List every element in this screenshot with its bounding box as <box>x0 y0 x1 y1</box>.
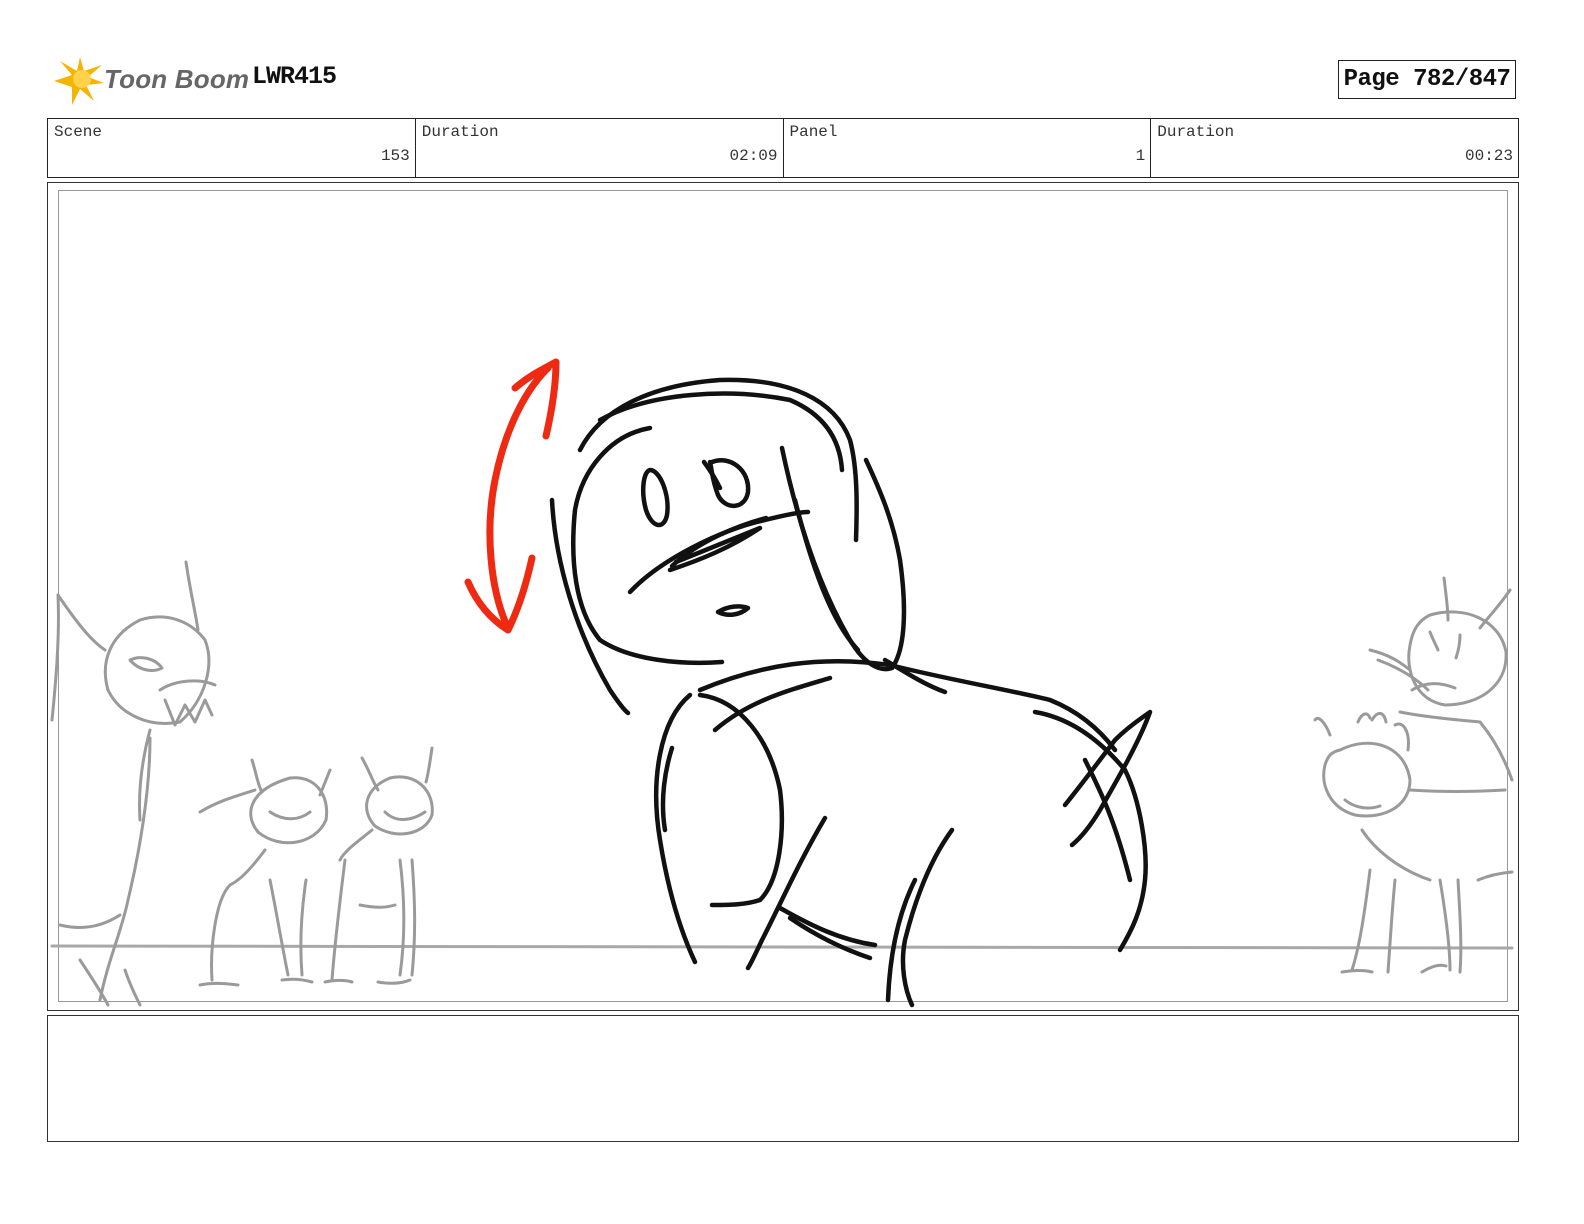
main-character-sketch <box>549 377 1153 1008</box>
panel-cell: Panel 1 <box>784 119 1152 177</box>
scene-duration-label: Duration <box>421 123 499 141</box>
ground-line <box>50 944 1514 950</box>
panel-duration-cell: Duration 00:23 <box>1151 119 1518 177</box>
background-cats-left <box>50 560 434 1007</box>
panel-sketch <box>50 358 1514 1008</box>
background-cats-right <box>1313 576 1514 974</box>
toon-boom-star-icon <box>54 57 104 105</box>
panel-duration-label: Duration <box>1157 123 1235 141</box>
panel-label: Panel <box>789 123 838 141</box>
panel-notes-box <box>47 1015 1519 1142</box>
double-headed-curved-arrow <box>464 358 560 634</box>
scene-value: 153 <box>380 147 410 165</box>
scene-duration-cell: Duration 02:09 <box>416 119 784 177</box>
panel-duration-value: 00:23 <box>1464 147 1513 165</box>
panel-value: 1 <box>1135 147 1146 165</box>
page-indicator: Page 782/847 <box>1338 60 1516 99</box>
project-id: LWR415 <box>252 62 337 91</box>
toon-boom-logo: Toon Boom <box>50 55 249 107</box>
scene-cell: Scene 153 <box>48 119 416 177</box>
brand-name: Toon Boom <box>104 64 250 94</box>
scene-label: Scene <box>54 123 103 141</box>
scene-info-row: Scene 153 Duration 02:09 Panel 1 Duratio… <box>47 118 1519 178</box>
scene-duration-value: 02:09 <box>729 147 778 165</box>
